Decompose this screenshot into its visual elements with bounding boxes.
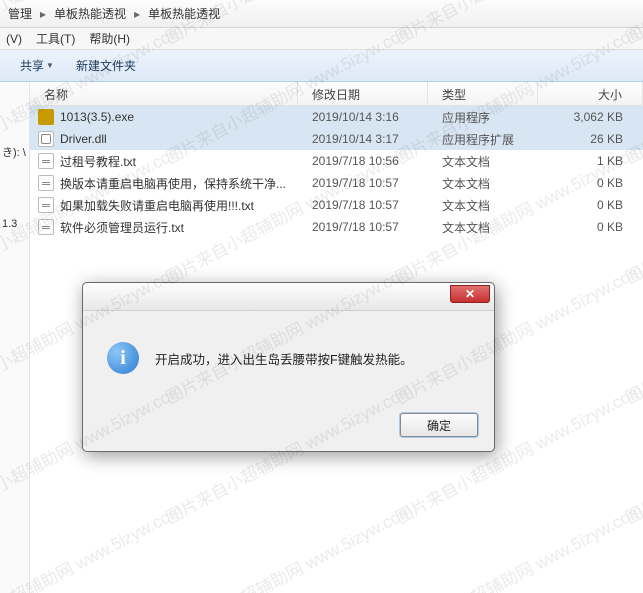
header-type[interactable]: 类型	[428, 82, 538, 105]
txt-icon	[38, 219, 54, 235]
file-date: 2019/10/14 3:17	[298, 132, 428, 146]
file-row[interactable]: Driver.dll 2019/10/14 3:17应用程序扩展26 KB	[30, 128, 643, 150]
file-type: 文本文档	[428, 197, 538, 214]
sidebar: き): \ 1.3	[0, 82, 30, 593]
file-type: 文本文档	[428, 219, 538, 236]
file-size: 1 KB	[538, 154, 643, 168]
menu-tools[interactable]: 工具(T)	[36, 30, 75, 47]
file-size: 3,062 KB	[538, 110, 643, 124]
chevron-right-icon: ▸	[130, 7, 144, 21]
file-date: 2019/10/14 3:16	[298, 110, 428, 124]
breadcrumb[interactable]: 管理 ▸ 单板热能透视 ▸ 单板热能透视	[0, 0, 643, 28]
file-name: 如果加载失败请重启电脑再使用!!!.txt	[60, 197, 254, 214]
file-type: 文本文档	[428, 153, 538, 170]
file-name: 过租号教程.txt	[60, 153, 136, 170]
file-date: 2019/7/18 10:57	[298, 176, 428, 190]
file-date: 2019/7/18 10:56	[298, 154, 428, 168]
close-button[interactable]: ✕	[450, 285, 490, 303]
file-row[interactable]: 过租号教程.txt 2019/7/18 10:56文本文档1 KB	[30, 150, 643, 172]
file-name: 换版本请重启电脑再使用，保持系统干净...	[60, 175, 286, 192]
new-folder-button[interactable]: 新建文件夹	[66, 53, 146, 78]
menu-bar: (V) 工具(T) 帮助(H)	[0, 28, 643, 50]
breadcrumb-seg[interactable]: 单板热能透视	[50, 5, 130, 22]
ok-button[interactable]: 确定	[400, 413, 478, 437]
file-size: 0 KB	[538, 220, 643, 234]
txt-icon	[38, 175, 54, 191]
txt-icon	[38, 197, 54, 213]
share-button[interactable]: 共享 ▼	[10, 53, 64, 78]
toolbar: 共享 ▼ 新建文件夹	[0, 50, 643, 82]
header-size[interactable]: 大小	[538, 82, 643, 105]
file-name: Driver.dll	[60, 132, 107, 146]
file-row[interactable]: 换版本请重启电脑再使用，保持系统干净... 2019/7/18 10:57文本文档…	[30, 172, 643, 194]
file-row[interactable]: 1013(3.5).exe 2019/10/14 3:16应用程序3,062 KB	[30, 106, 643, 128]
exe-icon	[38, 109, 54, 125]
dialog-titlebar[interactable]: ✕	[83, 283, 494, 311]
file-name: 软件必须管理员运行.txt	[60, 219, 184, 236]
file-type: 文本文档	[428, 175, 538, 192]
column-headers: 名称 修改日期 类型 大小	[30, 82, 643, 106]
menu-view[interactable]: (V)	[6, 32, 22, 46]
header-name[interactable]: 名称	[30, 82, 298, 105]
file-name: 1013(3.5).exe	[60, 110, 134, 124]
file-size: 26 KB	[538, 132, 643, 146]
file-row[interactable]: 软件必须管理员运行.txt 2019/7/18 10:57文本文档0 KB	[30, 216, 643, 238]
header-date[interactable]: 修改日期	[298, 82, 428, 105]
share-label: 共享	[20, 57, 44, 74]
breadcrumb-seg[interactable]: 单板热能透视	[144, 5, 224, 22]
info-icon: i	[107, 342, 139, 374]
file-size: 0 KB	[538, 176, 643, 190]
tree-node[interactable]: 1.3	[0, 214, 29, 234]
file-size: 0 KB	[538, 198, 643, 212]
file-type: 应用程序扩展	[428, 131, 538, 148]
message-dialog: ✕ i 开启成功，进入出生岛丢腰带按F键触发热能。 确定	[82, 282, 495, 452]
chevron-right-icon: ▸	[36, 7, 50, 21]
menu-help[interactable]: 帮助(H)	[89, 30, 130, 47]
dll-icon	[38, 131, 54, 147]
txt-icon	[38, 153, 54, 169]
dialog-message: 开启成功，进入出生岛丢腰带按F键触发热能。	[155, 349, 413, 368]
file-row[interactable]: 如果加载失败请重启电脑再使用!!!.txt 2019/7/18 10:57文本文档…	[30, 194, 643, 216]
file-date: 2019/7/18 10:57	[298, 198, 428, 212]
breadcrumb-seg[interactable]: 管理	[4, 5, 36, 22]
chevron-down-icon: ▼	[46, 61, 54, 70]
new-folder-label: 新建文件夹	[76, 57, 136, 74]
file-type: 应用程序	[428, 109, 538, 126]
tree-node[interactable]: き): \	[0, 140, 29, 164]
file-date: 2019/7/18 10:57	[298, 220, 428, 234]
close-icon: ✕	[465, 287, 475, 301]
